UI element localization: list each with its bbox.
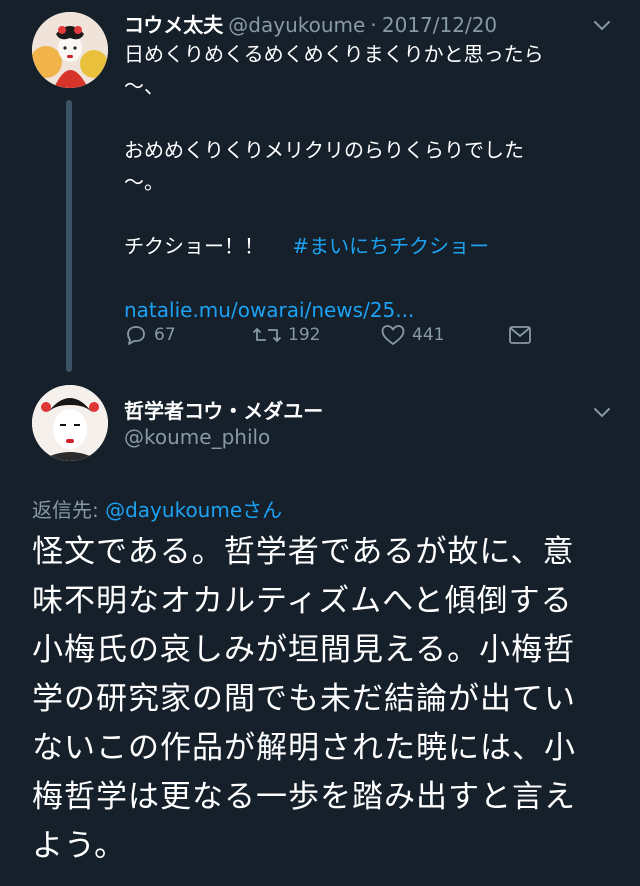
dm-icon bbox=[509, 326, 531, 344]
tweet1-line: チクショー！！ bbox=[124, 234, 264, 258]
reply-to-handle-text: @dayukoume bbox=[105, 498, 243, 522]
tweet2-line: 学の研究家の間でも未だ結論が出てい bbox=[32, 681, 576, 717]
tweet2-line: 梅哲学は更なる一歩を踏み出すと言え bbox=[32, 779, 576, 815]
reply-count: 67 bbox=[154, 325, 176, 345]
tweet1-line: 〜、 bbox=[124, 74, 164, 98]
tweet1-body: 日めくりめくるめくめくりまくりかと思ったら 〜、 おめめくりくりメリクリのらりく… bbox=[124, 38, 544, 326]
tweet1-line bbox=[124, 102, 544, 134]
tweet1-link[interactable]: natalie.mu/owarai/news/25... bbox=[124, 294, 544, 326]
retweet-count: 192 bbox=[288, 325, 321, 345]
tweet1-line: おめめくりくりメリクリのらりくらりでした bbox=[124, 138, 524, 162]
reply-to-suffix: さん bbox=[242, 498, 283, 522]
tweet1-separator: · bbox=[370, 13, 377, 37]
like-icon bbox=[381, 325, 405, 345]
tweet2-line: 小梅氏の哀しみが垣間見える。小梅哲 bbox=[32, 632, 576, 668]
tweet1-display-name[interactable]: コウメ太夫 bbox=[124, 13, 223, 37]
like-count: 441 bbox=[412, 325, 445, 345]
tweet1-line bbox=[124, 198, 544, 230]
tweet2-line: 怪文である。哲学者であるが故に、意 bbox=[32, 534, 575, 570]
tweet2-body: 怪文である。哲学者であるが故に、意 味不明なオカルティズムへと傾倒する 小梅氏の… bbox=[32, 528, 576, 871]
reply-to-handle[interactable]: @dayukoumeさん bbox=[105, 498, 282, 522]
reply-button[interactable]: 67 bbox=[124, 323, 176, 347]
dm-button[interactable] bbox=[508, 325, 532, 345]
tweet1-exclaim-row: チクショー！！ #まいにちチクショー bbox=[124, 230, 544, 262]
tweet2-line: 味不明なオカルティズムへと傾倒する bbox=[32, 583, 573, 619]
retweet-button[interactable]: 192 bbox=[252, 323, 320, 347]
tweet1-header: コウメ太夫 @dayukoume · 2017/12/20 bbox=[124, 9, 497, 38]
chevron-down-icon[interactable] bbox=[593, 404, 611, 423]
avatar-koume-image bbox=[32, 12, 108, 88]
tweet1-hashtag[interactable]: #まいにちチクショー bbox=[292, 234, 489, 258]
like-button[interactable]: 441 bbox=[380, 323, 444, 347]
reply-icon bbox=[127, 326, 145, 345]
tweet1-handle[interactable]: @dayukoume bbox=[228, 13, 365, 37]
tweet1-line: 日めくりめくるめくめくりまくりかと思ったら bbox=[124, 42, 544, 66]
retweet-icon bbox=[252, 327, 282, 343]
avatar-koume[interactable] bbox=[32, 12, 108, 88]
reply-to-line: 返信先: @dayukoumeさん bbox=[32, 494, 282, 523]
avatar-koume-philo[interactable] bbox=[32, 385, 108, 461]
tweet1-date[interactable]: 2017/12/20 bbox=[382, 13, 497, 37]
reply-to-prefix: 返信先: bbox=[32, 498, 99, 522]
tweet2-handle[interactable]: @koume_philo bbox=[124, 425, 270, 449]
avatar-koume-philo-image bbox=[32, 385, 108, 461]
tweet1-line: 〜。 bbox=[124, 170, 164, 194]
tweet2-line: よう。 bbox=[32, 828, 127, 864]
tweet2-display-name[interactable]: 哲学者コウ・メダユー bbox=[124, 395, 323, 424]
tweet2-line: ないこの作品が解明された暁には、小 bbox=[32, 730, 576, 766]
thread-line bbox=[66, 100, 72, 372]
chevron-down-icon[interactable] bbox=[593, 17, 611, 36]
